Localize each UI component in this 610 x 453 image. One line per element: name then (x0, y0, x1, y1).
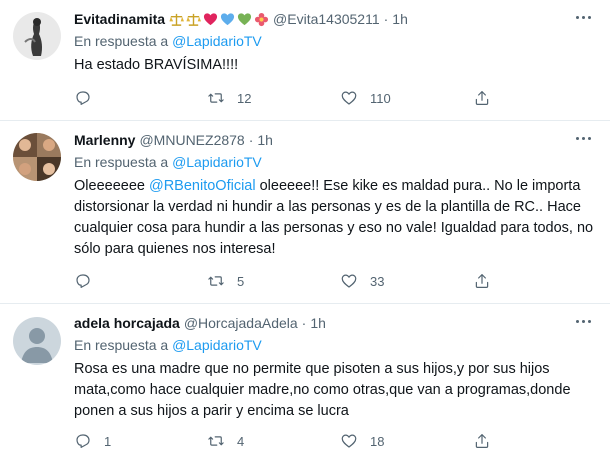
retweet-button[interactable]: 5 (207, 271, 340, 291)
heart-icon (341, 91, 357, 105)
blue-heart-icon (220, 12, 235, 25)
inline-mention-link[interactable]: @RBenitoOficial (149, 178, 256, 194)
retweet-count: 5 (237, 273, 245, 289)
tweet-text-start: Oleeeeeee (74, 178, 149, 194)
more-options-icon[interactable] (576, 316, 596, 326)
reply-context: En respuesta a @LapidarioTV (74, 152, 596, 172)
tweet-text: Rosa es una madre que no permite que pis… (74, 361, 571, 419)
handle[interactable]: @MNUNEZ2878 (139, 132, 244, 148)
tweet[interactable]: Evitadinamita @Evita14305211 · 1h En res… (0, 0, 610, 121)
reply-mention-link[interactable]: @LapidarioTV (172, 154, 262, 170)
separator-dot: · (248, 132, 254, 148)
reply-mention-link[interactable]: @LapidarioTV (172, 33, 262, 49)
reply-prefix: En respuesta a (74, 337, 169, 353)
name-emojis (169, 12, 269, 27)
separator-dot: · (383, 11, 389, 27)
timestamp[interactable]: 1h (310, 315, 326, 331)
tweet[interactable]: adela horcajada @HorcajadaAdela · 1h En … (0, 304, 610, 453)
share-button[interactable] (473, 431, 491, 451)
retweet-icon (208, 276, 224, 286)
reply-icon (76, 434, 90, 448)
like-button[interactable]: 18 (340, 431, 473, 451)
heart-icon (341, 434, 357, 448)
handle[interactable]: @HorcajadaAdela (184, 315, 298, 331)
retweet-icon (208, 436, 224, 446)
share-button[interactable] (473, 271, 491, 291)
separator-dot: · (301, 315, 307, 331)
default-avatar[interactable] (13, 317, 61, 365)
display-name[interactable]: Marlenny (74, 132, 135, 148)
red-heart-icon (203, 12, 218, 25)
tweet[interactable]: Marlenny @MNUNEZ2878 · 1h En respuesta a… (0, 121, 610, 304)
retweet-count: 4 (237, 433, 245, 449)
reply-context: En respuesta a @LapidarioTV (74, 335, 596, 355)
reply-icon (76, 274, 90, 288)
tweet-text: Ha estado BRAVÍSIMA!!!! (74, 57, 239, 73)
timestamp[interactable]: 1h (392, 11, 408, 27)
share-icon (475, 274, 489, 288)
retweet-icon (208, 93, 224, 103)
retweet-button[interactable]: 12 (207, 88, 340, 108)
tweet-actions: 12 110 (74, 88, 491, 108)
tweet-actions: 1 4 18 (74, 431, 491, 451)
like-count: 18 (370, 433, 385, 449)
tweet-header: adela horcajada @HorcajadaAdela · 1h (74, 313, 596, 333)
tweet-actions: 5 33 (74, 271, 491, 291)
reply-icon (76, 91, 90, 105)
reply-prefix: En respuesta a (74, 33, 169, 49)
display-name[interactable]: Evitadinamita (74, 11, 165, 27)
tweet-text: Oleeeeeee @RBenitoOficial oleeeee!! Ese … (74, 176, 596, 260)
like-button[interactable]: 110 (340, 88, 473, 108)
heart-icon (341, 274, 357, 288)
share-icon (475, 434, 489, 448)
reply-context: En respuesta a @LapidarioTV (74, 31, 596, 51)
timestamp[interactable]: 1h (257, 132, 273, 148)
avatar[interactable] (13, 133, 61, 181)
share-button[interactable] (473, 88, 491, 108)
tweet-header: Marlenny @MNUNEZ2878 · 1h (74, 130, 596, 150)
reply-prefix: En respuesta a (74, 154, 169, 170)
reply-count: 1 (104, 433, 112, 449)
green-heart-icon (237, 12, 252, 25)
reply-button[interactable]: 1 (74, 431, 207, 451)
reply-mention-link[interactable]: @LapidarioTV (172, 337, 262, 353)
scale-emoji-icon (169, 13, 185, 26)
reply-button[interactable] (74, 271, 207, 291)
like-count: 33 (370, 273, 385, 289)
share-icon (475, 91, 489, 105)
scale-emoji-icon (186, 13, 202, 26)
display-name[interactable]: adela horcajada (74, 315, 180, 331)
retweet-button[interactable]: 4 (207, 431, 340, 451)
retweet-count: 12 (237, 90, 252, 106)
avatar[interactable] (13, 12, 61, 60)
tweet-header: Evitadinamita @Evita14305211 · 1h (74, 9, 596, 29)
handle[interactable]: @Evita14305211 (273, 11, 380, 27)
more-options-icon[interactable] (576, 133, 596, 143)
more-options-icon[interactable] (576, 12, 596, 22)
like-count: 110 (370, 90, 391, 106)
reply-button[interactable] (74, 88, 207, 108)
like-button[interactable]: 33 (340, 271, 473, 291)
flower-icon (254, 12, 269, 26)
